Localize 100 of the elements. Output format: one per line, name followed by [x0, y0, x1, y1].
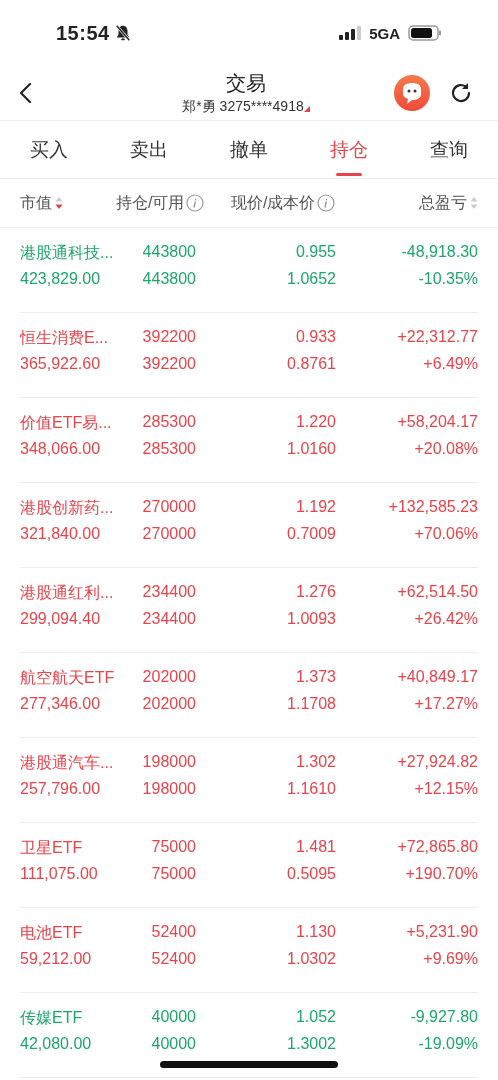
column-header: 持仓/可用	[116, 192, 185, 213]
dropdown-triangle-icon[interactable]	[303, 106, 310, 112]
table-cell-text: 392200	[141, 355, 196, 374]
table-cell-text: 59,212.00	[20, 950, 93, 969]
holding-row[interactable]: 港股通红利... 234400 1.276 +62,514.50 299,094.40 234400 1.0093 +26.42%	[20, 568, 478, 653]
table-cell-text: 40000	[150, 1035, 196, 1054]
table-cell-text: 1.0093	[286, 610, 336, 629]
tab[interactable]: 撤单	[230, 121, 268, 178]
holding-row[interactable]: 价值ETF易... 285300 1.220 +58,204.17 348,066.00 285300 1.0160 +20.08%	[20, 398, 478, 483]
account-label[interactable]: 郑*勇 3275****4918	[182, 96, 304, 116]
table-cell-text: +132,585.23	[387, 498, 478, 517]
table-cell-text: +20.08%	[413, 440, 478, 459]
table-cell-text: 1.130	[294, 923, 336, 942]
status-time: 15:54	[56, 21, 110, 45]
table-cell-text: +22,312.77	[396, 328, 478, 347]
table-cell-text: 40000	[150, 1008, 196, 1027]
table-cell-text: 42,080.00	[20, 1035, 93, 1054]
table-cell-text: +6.49%	[422, 355, 478, 374]
table-cell-text: 321,840.00	[20, 525, 102, 544]
table-cell-text: 港股通红利...	[20, 583, 115, 603]
column-header[interactable]: 总盈亏	[419, 192, 467, 214]
table-cell-text: 423,829.00	[20, 270, 102, 289]
tab[interactable]: 买入	[30, 121, 68, 178]
table-cell-text: 202000	[141, 695, 196, 714]
table-cell-text: 443800	[141, 270, 196, 289]
info-icon[interactable]	[186, 194, 205, 212]
holding-row[interactable]: 港股创新药... 270000 1.192 +132,585.23 321,840.00 270000 0.7009 +70.06%	[20, 483, 478, 568]
table-cell-text: 价值ETF易...	[20, 413, 113, 433]
table-cell-text: +190.70%	[404, 865, 478, 884]
battery-icon	[408, 25, 442, 41]
table-cell-text: 111,075.00	[20, 865, 99, 884]
table-cell-text: 港股通汽车...	[20, 753, 115, 773]
table-cell-text: 0.5095	[286, 865, 336, 884]
table-cell-text: +40,849.17	[396, 668, 478, 687]
table-cell-text: 1.0160	[286, 440, 336, 459]
table-cell-text: 75000	[150, 865, 196, 884]
table-cell-text: 1.052	[294, 1008, 336, 1027]
table-cell-text: 恒生消费E...	[20, 328, 109, 348]
table-cell-text: 1.1610	[286, 780, 336, 799]
table-cell-text: +27,924.82	[396, 753, 478, 772]
table-cell-text: 270000	[141, 525, 196, 544]
table-cell-text: 1.0302	[286, 950, 336, 969]
table-cell-text: +62,514.50	[396, 583, 478, 602]
chat-avatar-icon[interactable]	[394, 75, 430, 111]
table-cell-text: 52400	[150, 923, 196, 942]
table-cell-text: 198000	[141, 780, 196, 799]
table-cell-text: 277,346.00	[20, 695, 102, 714]
table-cell-text: 52400	[150, 950, 196, 969]
column-header[interactable]: 市值	[20, 192, 52, 214]
table-cell-text: 285300	[141, 413, 196, 432]
table-cell-text: +17.27%	[413, 695, 478, 714]
table-cell-text: 443800	[141, 243, 196, 262]
tab[interactable]: 查询	[430, 121, 468, 178]
table-cell-text: 港股通科技...	[20, 243, 115, 263]
table-cell-text: +58,204.17	[396, 413, 478, 432]
table-cell-text: 0.8761	[286, 355, 336, 374]
table-cell-text: 75000	[150, 838, 196, 857]
table-cell-text: +72,865.80	[396, 838, 478, 857]
table-cell-text: -9,927.80	[409, 1008, 478, 1027]
table-cell-text: 1.3002	[286, 1035, 336, 1054]
holding-row[interactable]: 恒生消费E... 392200 0.933 +22,312.77 365,922.60 392200 0.8761 +6.49%	[20, 313, 478, 398]
holding-row[interactable]: 航空航天ETF 202000 1.373 +40,849.17 277,346.00 202000 1.1708 +17.27%	[20, 653, 478, 738]
table-cell-text: 卫星ETF	[20, 838, 84, 858]
table-cell-text: 365,922.60	[20, 355, 102, 374]
muted-bell-icon	[113, 24, 132, 42]
table-cell-text: 234400	[141, 610, 196, 629]
holding-row[interactable]: 港股通科技... 443800 0.955 -48,918.30 423,829.00 443800 1.0652 -10.35%	[20, 228, 478, 313]
table-cell-text: -10.35%	[417, 270, 478, 289]
table-cell-text: +26.42%	[413, 610, 478, 629]
tab[interactable]: 持仓	[330, 121, 368, 178]
table-cell-text: 234400	[141, 583, 196, 602]
table-cell-text: 198000	[141, 753, 196, 772]
table-cell-text: 港股创新药...	[20, 498, 115, 518]
table-cell-text: 航空航天ETF	[20, 668, 116, 688]
table-cell-text: +70.06%	[413, 525, 478, 544]
table-cell-text: 传媒ETF	[20, 1008, 84, 1028]
table-cell-text: 202000	[141, 668, 196, 687]
table-cell-text: +5,231.90	[405, 923, 478, 942]
table-cell-text: 0.7009	[286, 525, 336, 544]
table-cell-text: 1.302	[294, 753, 336, 772]
table-cell-text: -19.09%	[417, 1035, 478, 1054]
table-cell-text: 299,094.40	[20, 610, 102, 629]
table-cell-text: 285300	[141, 440, 196, 459]
table-cell-text: 1.481	[294, 838, 336, 857]
tab[interactable]: 卖出	[130, 121, 168, 178]
table-cell-text: -48,918.30	[400, 243, 478, 262]
table-cell-text: 257,796.00	[20, 780, 102, 799]
holding-row[interactable]: 港股通汽车... 198000 1.302 +27,924.82 257,796.00 198000 1.1610 +12.15%	[20, 738, 478, 823]
table-cell-text: 392200	[141, 328, 196, 347]
table-cell-text: +12.15%	[413, 780, 478, 799]
table-cell-text: 270000	[141, 498, 196, 517]
sort-icon[interactable]	[55, 197, 63, 209]
table-cell-text: 0.955	[294, 243, 336, 262]
table-cell-text: 0.933	[294, 328, 336, 347]
table-cell-text: 1.0652	[286, 270, 336, 289]
holding-row[interactable]: 卫星ETF 75000 1.481 +72,865.80 111,075.00 75000 0.5095 +190.70%	[20, 823, 478, 908]
table-cell-text: 348,066.00	[20, 440, 102, 459]
info-icon[interactable]	[317, 194, 336, 212]
page-title: 交易	[226, 71, 266, 96]
holding-row[interactable]: 电池ETF 52400 1.130 +5,231.90 59,212.00 52400 1.0302 +9.69%	[20, 908, 478, 993]
